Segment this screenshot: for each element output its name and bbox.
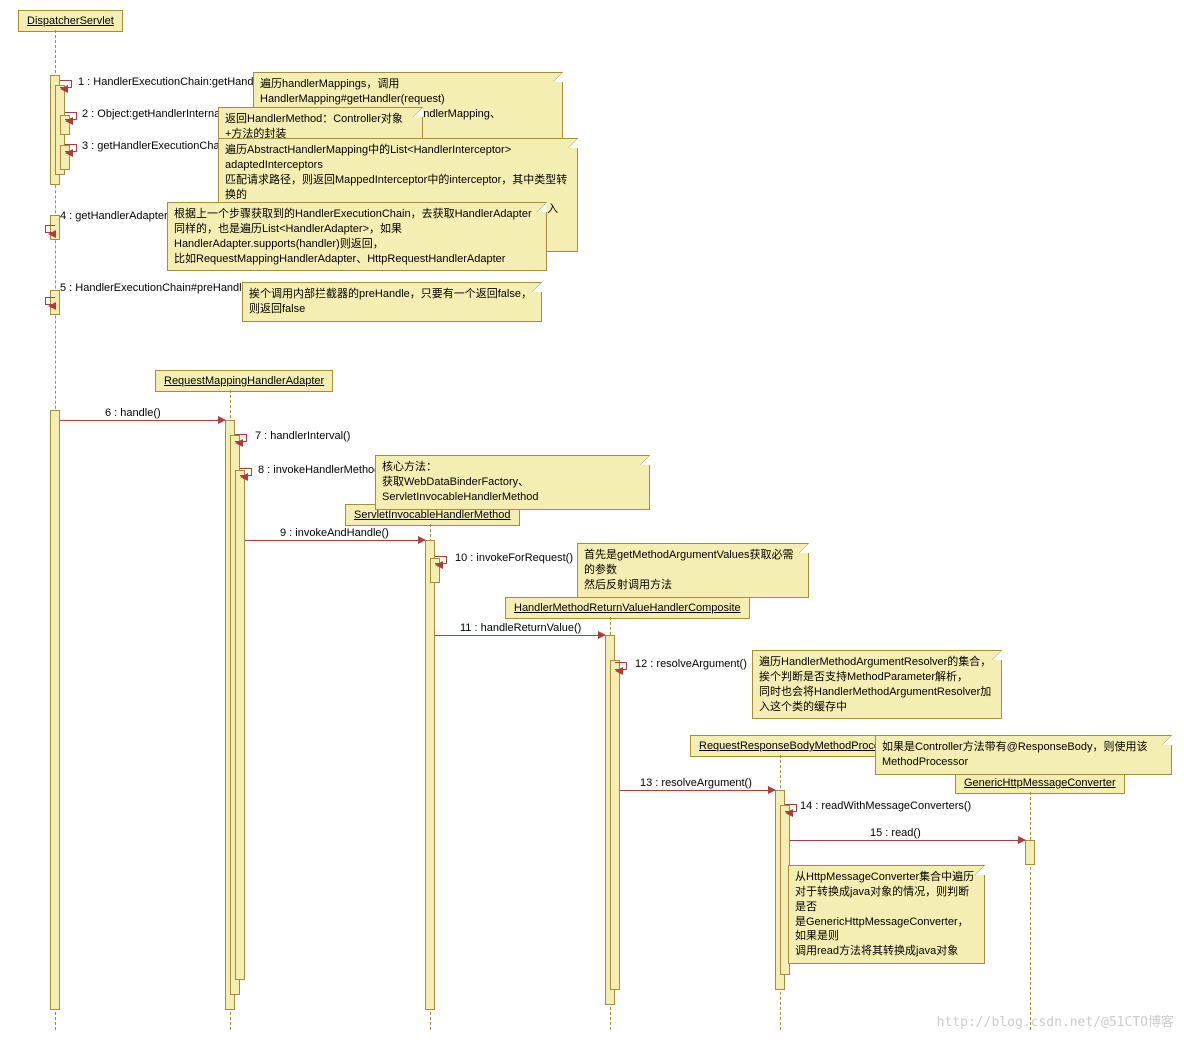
arrow-head <box>785 809 793 817</box>
arrow-head <box>65 117 73 125</box>
msg-15: 15 : read() <box>870 827 921 839</box>
arrow-head <box>1018 836 1026 844</box>
note-13: 如果是Controller方法带有@ResponseBody，则使用该Metho… <box>875 735 1172 775</box>
arrow-head <box>240 473 248 481</box>
msg-5: 5 : HandlerExecutionChain#preHandler() <box>60 282 259 294</box>
msg-8: 8 : invokeHandlerMethod() <box>258 464 388 476</box>
note-8: 核心方法：获取WebDataBinderFactory、ServletInvoc… <box>375 455 650 510</box>
activation <box>1025 840 1035 865</box>
msg-1: 1 : HandlerExecutionChain:getHandler() <box>78 76 273 88</box>
msg-6: 6 : handle() <box>105 407 161 419</box>
arrow-head <box>218 416 226 424</box>
msg-11: 11 : handleReturnValue() <box>460 622 581 634</box>
activation-nested <box>610 660 620 990</box>
activation-nested <box>235 470 245 980</box>
msg-13: 13 : resolveArgument() <box>640 777 752 789</box>
watermark: http://blog.csdn.net/@51CTO博客 <box>937 1011 1174 1030</box>
lifeline-rmha-label: RequestMappingHandlerAdapter <box>164 375 324 387</box>
lifeline-ghmc: GenericHttpMessageConverter <box>955 772 1125 794</box>
arrow-head <box>615 667 623 675</box>
msg-2: 2 : Object:getHandlerInternal() <box>82 108 230 120</box>
arrow-head <box>48 230 56 238</box>
msg-9: 9 : invokeAndHandle() <box>280 527 389 539</box>
lifeline-sihm-label: ServletInvocableHandlerMethod <box>354 509 511 521</box>
arrow-head <box>60 85 68 93</box>
arrow-13 <box>620 790 775 791</box>
arrow-head <box>65 149 73 157</box>
lifeline-ghmc-label: GenericHttpMessageConverter <box>964 777 1116 789</box>
activation <box>425 540 435 1010</box>
msg-12: 12 : resolveArgument() <box>635 658 747 670</box>
arrow-head <box>435 561 443 569</box>
arrow-9 <box>245 540 425 541</box>
lifeline-dispatcher-label: DispatcherServlet <box>27 15 114 27</box>
msg-4: 4 : getHandlerAdapter() <box>60 210 175 222</box>
msg-10: 10 : invokeForRequest() <box>455 552 573 564</box>
arrow-head <box>768 786 776 794</box>
msg-3: 3 : getHandlerExecutionChain() <box>82 140 235 152</box>
arrow-head <box>48 302 56 310</box>
msg-14: 14 : readWithMessageConverters() <box>800 800 971 812</box>
arrow-head <box>598 631 606 639</box>
activation <box>50 410 60 1010</box>
lifeline-dispatcher: DispatcherServlet <box>18 10 123 32</box>
note-12: 遍历HandlerMethodArgumentResolver的集合，挨个判断是… <box>752 650 1002 719</box>
lifeline-rmha: RequestMappingHandlerAdapter <box>155 370 333 392</box>
note-5: 挨个调用内部拦截器的preHandle，只要有一个返回false，则返回fals… <box>242 282 542 322</box>
lifeline-hmrvhc: HandlerMethodReturnValueHandlerComposite <box>505 597 750 619</box>
arrow-head <box>235 439 243 447</box>
arrow-11 <box>435 635 605 636</box>
msg-7: 7 : handlerInterval() <box>255 430 350 442</box>
arrow-6 <box>60 420 225 421</box>
lifeline-rrbmp-label: RequestResponseBodyMethodProcessor <box>699 740 901 752</box>
arrow-15 <box>790 840 1025 841</box>
lifeline-hmrvhc-label: HandlerMethodReturnValueHandlerComposite <box>514 602 741 614</box>
note-10: 首先是getMethodArgumentValues获取必需的参数然后反射调用方… <box>577 543 809 598</box>
note-4: 根据上一个步骤获取到的HandlerExecutionChain，去获取Hand… <box>167 202 547 271</box>
lifeline-line-ghmc <box>1030 792 1031 1030</box>
arrow-head <box>418 536 426 544</box>
note-14: 从HttpMessageConverter集合中遍历对于转换成java对象的情况… <box>788 865 985 964</box>
